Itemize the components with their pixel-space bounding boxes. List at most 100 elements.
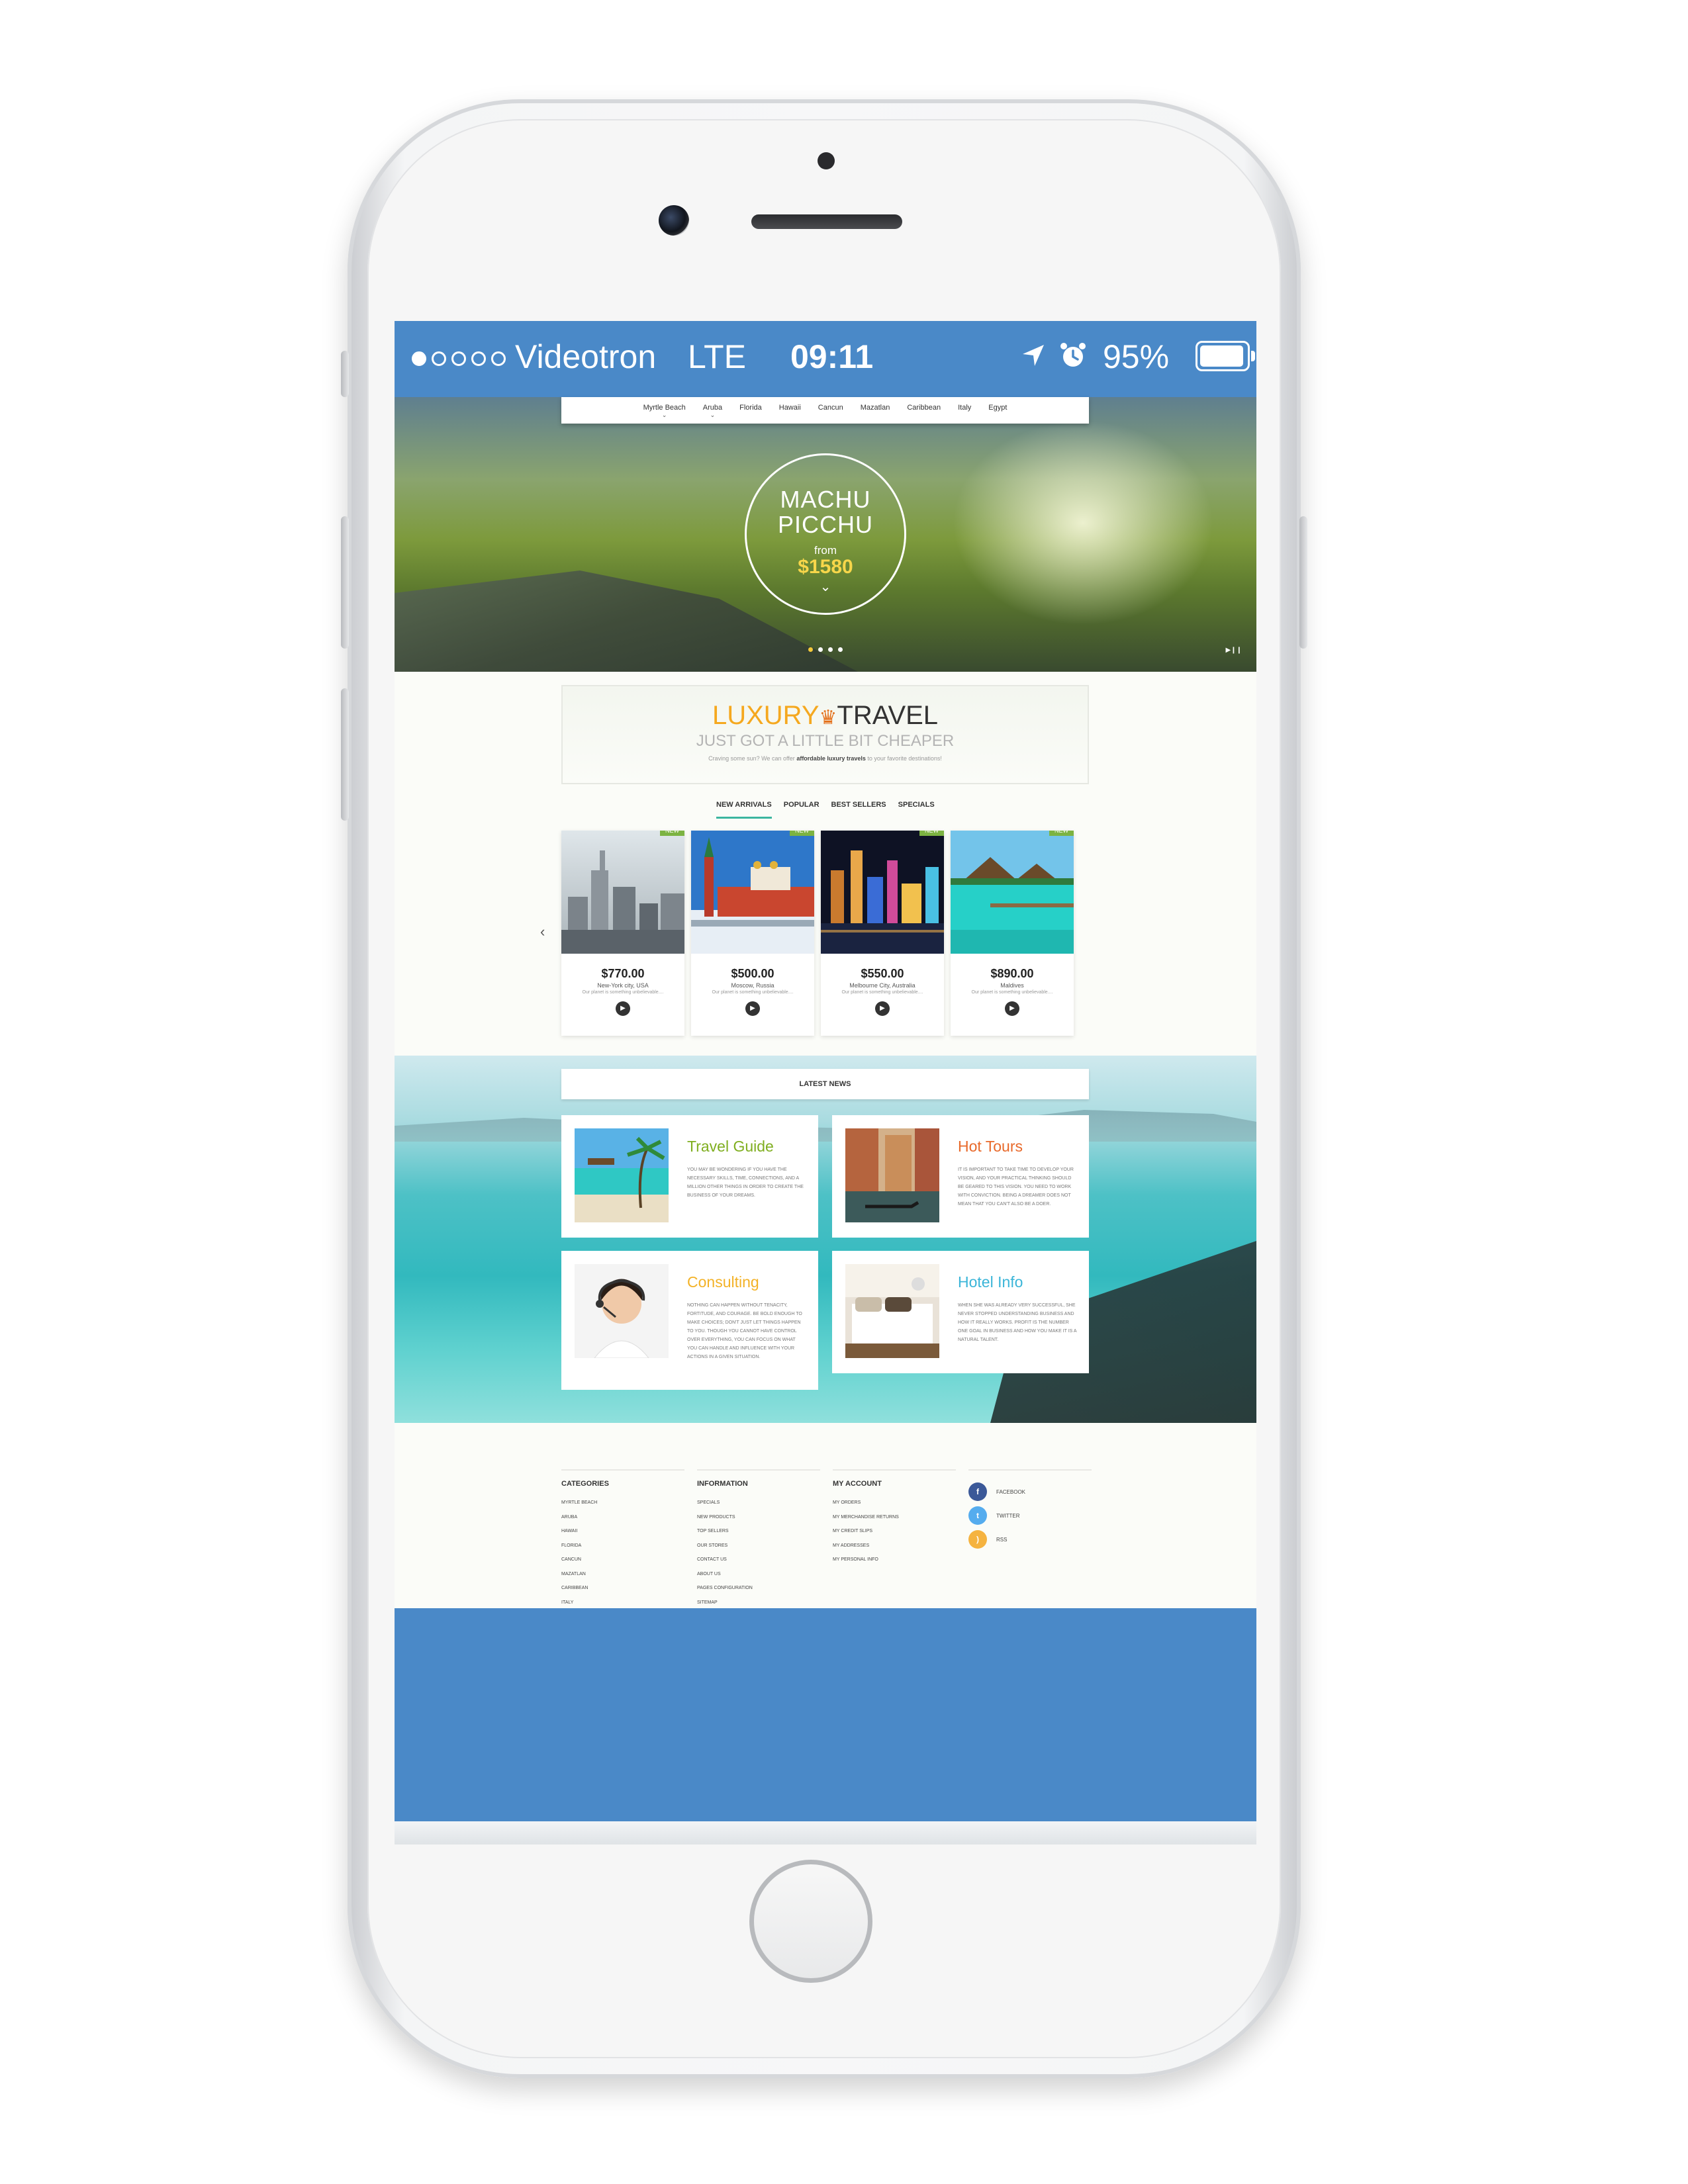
battery-icon xyxy=(1196,341,1255,371)
news-card-travel-guide[interactable]: Travel Guide You may be wondering if you … xyxy=(561,1115,818,1238)
footer-link[interactable]: My merchandise returns xyxy=(833,1510,956,1525)
social-label: TWITTER xyxy=(996,1512,1020,1519)
product-card[interactable]: NEW $500.00 Moscow, Russia Our planet is so… xyxy=(691,831,814,1036)
slider-dot[interactable] xyxy=(818,647,823,652)
news-card-hotel-info[interactable]: Hotel Info When she was already very succ… xyxy=(832,1251,1089,1373)
proximity-sensor xyxy=(818,152,835,169)
social-label: FACEBOOK xyxy=(996,1488,1026,1495)
home-button[interactable] xyxy=(749,1860,872,1983)
product-card[interactable]: NEW $550.00 Melbourne City, Australia Our p… xyxy=(821,831,944,1036)
social-link-twitter[interactable]: t TWITTER xyxy=(968,1504,1092,1527)
news-card-title[interactable]: Consulting xyxy=(687,1273,759,1291)
nav-item-egypt[interactable]: Egypt xyxy=(988,397,1007,424)
news-thumbnail[interactable] xyxy=(845,1128,939,1222)
news-thumbnail[interactable] xyxy=(575,1128,669,1222)
footer-link[interactable]: Pages configuration xyxy=(697,1581,820,1596)
news-card-title[interactable]: Hot Tours xyxy=(958,1138,1023,1156)
banner-title-a: LUXURY xyxy=(712,701,820,730)
hero-slider[interactable]: Myrtle Beach ⌄ Aruba ⌄ Florida Hawaii Cancun Ma… xyxy=(395,397,1256,672)
product-image[interactable]: NEW xyxy=(561,831,684,954)
product-location: Melbourne City, Australia xyxy=(849,982,915,989)
chevron-down-icon[interactable]: ⌄ xyxy=(747,578,904,595)
nav-item-italy[interactable]: Italy xyxy=(958,397,971,424)
nav-item-cancun[interactable]: Cancun xyxy=(818,397,843,424)
new-badge: NEW xyxy=(919,831,944,836)
nav-item-caribbean[interactable]: Caribbean xyxy=(907,397,941,424)
tab-new-arrivals[interactable]: NEW ARRIVALS xyxy=(716,801,772,819)
footer-information-list: Specials New products Top sellers Our store… xyxy=(697,1496,820,1610)
product-card[interactable]: NEW $890.00 Maldives Our planet is somethin… xyxy=(951,831,1074,1036)
cart-icon[interactable]: ▶ xyxy=(1005,1001,1019,1016)
footer: CATEGORIES Myrtle Beach Aruba Hawaii Florid… xyxy=(395,1423,1256,1619)
nav-item-hawaii[interactable]: Hawaii xyxy=(779,397,801,424)
nav-item-aruba[interactable]: Aruba ⌄ xyxy=(703,397,722,424)
chevron-down-icon: ⌄ xyxy=(661,412,667,418)
tab-popular[interactable]: POPULAR xyxy=(784,801,820,819)
banner-note-prefix: Craving some sun? We can offer xyxy=(708,755,795,762)
twitter-icon: t xyxy=(968,1506,987,1525)
news-card-hot-tours[interactable]: Hot Tours It is important to take time to… xyxy=(832,1115,1089,1238)
footer-link[interactable]: Our stores xyxy=(697,1539,820,1553)
footer-link[interactable]: Specials xyxy=(697,1496,820,1510)
footer-link[interactable]: Aruba xyxy=(561,1510,684,1525)
footer-link[interactable]: Florida xyxy=(561,1539,684,1553)
product-card[interactable]: NEW $770.00 New-York city, USA Our planet i… xyxy=(561,831,684,1036)
footer-link[interactable]: Caribbean xyxy=(561,1581,684,1596)
nav-item-mazatlan[interactable]: Mazatlan xyxy=(861,397,890,424)
chevron-down-icon: ⌄ xyxy=(710,412,716,418)
slider-dot[interactable] xyxy=(828,647,833,652)
new-badge: NEW xyxy=(660,831,684,836)
footer-link[interactable]: Hawaii xyxy=(561,1524,684,1539)
product-image[interactable]: NEW xyxy=(821,831,944,954)
clock: 09:11 xyxy=(790,338,874,375)
slider-dot[interactable] xyxy=(808,647,813,652)
footer-link[interactable]: About us xyxy=(697,1567,820,1582)
footer-link[interactable]: Sitemap xyxy=(697,1596,820,1610)
news-card-title[interactable]: Travel Guide xyxy=(687,1138,774,1156)
tab-best-sellers[interactable]: BEST SELLERS xyxy=(831,801,886,819)
nav-item-myrtle-beach[interactable]: Myrtle Beach ⌄ xyxy=(643,397,686,424)
product-description: Our planet is something unbelievable.... xyxy=(712,990,794,995)
news-card-text: You may be wondering if you have the nec… xyxy=(687,1167,804,1198)
news-thumbnail[interactable] xyxy=(575,1264,669,1358)
news-card-consulting[interactable]: Consulting Nothing can happen without ten… xyxy=(561,1251,818,1390)
new-badge: NEW xyxy=(1049,831,1074,836)
footer-link[interactable]: My addresses xyxy=(833,1539,956,1553)
earpiece-speaker xyxy=(751,214,902,229)
footer-link[interactable]: Italy xyxy=(561,1596,684,1610)
banner-title: LUXURY♛TRAVEL xyxy=(563,701,1088,733)
tab-specials[interactable]: SPECIALS xyxy=(898,801,935,819)
social-link-facebook[interactable]: f FACEBOOK xyxy=(968,1480,1092,1504)
news-card-title[interactable]: Hotel Info xyxy=(958,1273,1023,1291)
volume-up-button xyxy=(341,516,349,649)
footer-link[interactable]: My credit slips xyxy=(833,1524,956,1539)
location-arrow-icon xyxy=(1023,345,1044,366)
banner-title-b: TRAVEL xyxy=(837,701,939,730)
footer-link[interactable]: New products xyxy=(697,1510,820,1525)
product-image[interactable]: NEW xyxy=(951,831,1074,954)
carousel-prev-icon[interactable]: ‹ xyxy=(540,923,545,940)
cart-icon[interactable]: ▶ xyxy=(616,1001,630,1016)
footer-link[interactable]: Top sellers xyxy=(697,1524,820,1539)
footer-link[interactable]: My personal info xyxy=(833,1553,956,1567)
hero-title-line-1: MACHU xyxy=(780,486,871,513)
cart-icon[interactable]: ▶ xyxy=(875,1001,890,1016)
luxury-banner[interactable]: LUXURY♛TRAVEL JUST GOT A LITTLE BIT CHEA… xyxy=(561,685,1089,784)
nav-item-florida[interactable]: Florida xyxy=(739,397,762,424)
footer-link[interactable]: My orders xyxy=(833,1496,956,1510)
footer-link[interactable]: Contact us xyxy=(697,1553,820,1567)
cart-icon[interactable]: ▶ xyxy=(745,1001,760,1016)
footer-link[interactable]: Cancun xyxy=(561,1553,684,1567)
social-link-rss[interactable]: ) RSS xyxy=(968,1527,1092,1551)
banner-note: Craving some sun? We can offer affordabl… xyxy=(563,755,1088,762)
alarm-clock-icon xyxy=(1060,343,1086,367)
hero-offer-badge[interactable]: MACHU PICCHU from $1580 ⌄ xyxy=(745,453,906,615)
footer-link[interactable]: Mazatlan xyxy=(561,1567,684,1582)
news-thumbnail[interactable] xyxy=(845,1264,939,1358)
product-price: $550.00 xyxy=(861,967,904,980)
slider-dot[interactable] xyxy=(838,647,843,652)
slider-play-pause-icon[interactable]: ▶❙❙ xyxy=(1226,647,1242,654)
footer-information: INFORMATION Specials New products Top sell… xyxy=(697,1469,820,1610)
footer-link[interactable]: Myrtle Beach xyxy=(561,1496,684,1510)
product-image[interactable]: NEW xyxy=(691,831,814,954)
